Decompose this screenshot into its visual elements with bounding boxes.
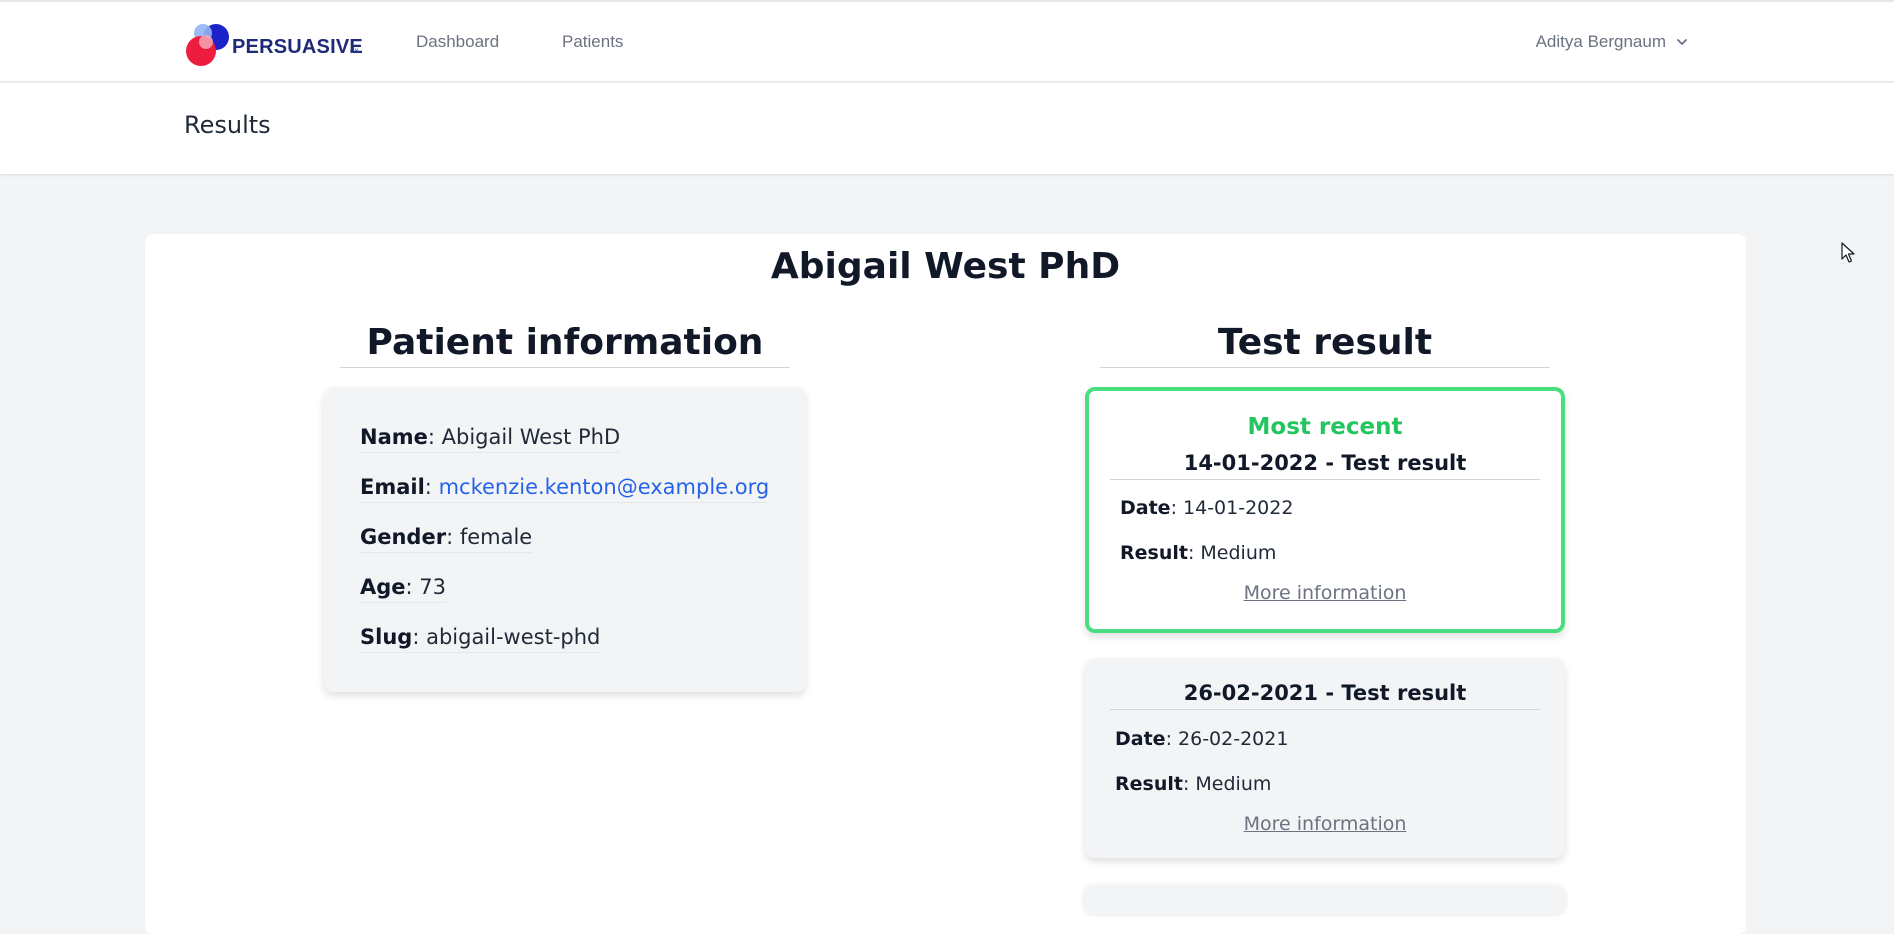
more-information-link[interactable]: More information xyxy=(1085,813,1565,835)
info-row-age: Age: 73 xyxy=(360,575,447,603)
test-result-card: 26-02-2021 - Test result Date: 26-02-202… xyxy=(1085,658,1565,858)
info-value: female xyxy=(459,525,533,549)
test-result-heading: Test result xyxy=(1100,322,1550,368)
page-title: Results xyxy=(184,111,271,139)
test-result-date: Date: 26-02-2021 xyxy=(1115,728,1289,750)
mouse-cursor-icon xyxy=(1841,242,1855,263)
user-name: Aditya Bergnaum xyxy=(1535,32,1666,51)
more-information-link[interactable]: More information xyxy=(1089,582,1561,604)
patient-information-heading: Patient information xyxy=(340,322,790,368)
test-result-title: 14-01-2022 - Test result xyxy=(1110,451,1540,480)
logo-text: PERSUASIVE xyxy=(232,36,363,58)
result-label: Result xyxy=(1115,773,1183,795)
info-row-name: Name: Abigail West PhD xyxy=(360,425,621,453)
results-panel: Abigail West PhD Patient information Tes… xyxy=(145,234,1746,934)
patient-info-card: Name: Abigail West PhD Email: mckenzie.k… xyxy=(324,387,806,692)
email-link[interactable]: mckenzie.kenton@example.org xyxy=(439,475,770,499)
most-recent-badge: Most recent xyxy=(1247,414,1403,440)
result-label: Result xyxy=(1120,542,1188,564)
test-result-date: Date: 14-01-2022 xyxy=(1120,497,1294,519)
info-value: Abigail West PhD xyxy=(441,425,621,449)
test-result-card-partial xyxy=(1083,886,1566,916)
result-value: Medium xyxy=(1200,542,1277,564)
info-row-gender: Gender: female xyxy=(360,525,533,553)
info-label: Email xyxy=(360,475,425,499)
page-header: Results xyxy=(0,83,1894,174)
logo-suffix: dx xyxy=(350,46,359,55)
info-value: 73 xyxy=(419,575,447,599)
info-label: Slug xyxy=(360,625,413,649)
user-menu[interactable]: Aditya Bergnaum xyxy=(1536,32,1688,52)
logo-mark-icon xyxy=(186,24,229,66)
date-value: 14-01-2022 xyxy=(1183,497,1294,519)
chevron-down-icon xyxy=(1677,39,1687,45)
result-value: Medium xyxy=(1195,773,1272,795)
info-label: Name xyxy=(360,425,428,449)
info-value: abigail-west-phd xyxy=(426,625,601,649)
test-result-result: Result: Medium xyxy=(1120,542,1277,564)
info-label: Gender xyxy=(360,525,447,549)
info-row-email: Email: mckenzie.kenton@example.org xyxy=(360,475,770,503)
test-result-result: Result: Medium xyxy=(1115,773,1272,795)
navbar: PERSUASIVE dx Dashboard Patients Aditya … xyxy=(0,2,1894,82)
nav-link-patients[interactable]: Patients xyxy=(562,32,623,52)
date-value: 26-02-2021 xyxy=(1178,728,1289,750)
patient-name-heading: Abigail West PhD xyxy=(770,246,1121,287)
info-row-slug: Slug: abigail-west-phd xyxy=(360,625,601,653)
date-label: Date xyxy=(1115,728,1166,750)
nav-link-dashboard[interactable]: Dashboard xyxy=(416,32,499,52)
logo[interactable]: PERSUASIVE dx xyxy=(184,20,364,68)
info-label: Age xyxy=(360,575,406,599)
test-result-card-recent: Most recent 14-01-2022 - Test result Dat… xyxy=(1085,387,1565,633)
date-label: Date xyxy=(1120,497,1171,519)
test-result-title: 26-02-2021 - Test result xyxy=(1110,681,1540,710)
